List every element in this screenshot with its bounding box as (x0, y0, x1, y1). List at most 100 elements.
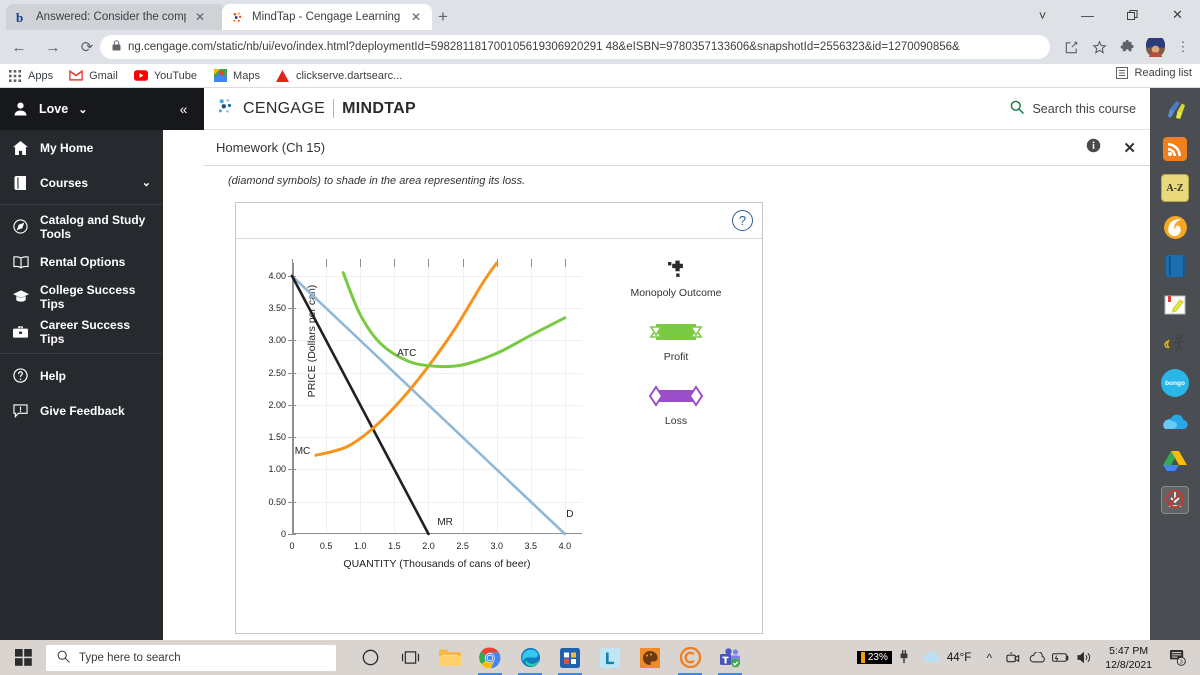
chart-x-tick-label: 0 (289, 541, 295, 551)
battery-tray-icon[interactable] (1049, 640, 1073, 675)
course-search-button[interactable]: Search this course (1010, 100, 1136, 117)
browser-tab-1[interactable]: b Answered: Consider the competi ✕ (6, 4, 226, 30)
chrome-menu-icon[interactable]: ⋮ (1170, 34, 1196, 60)
reading-list-button[interactable]: Reading list (1115, 66, 1192, 80)
info-icon[interactable] (1086, 138, 1101, 158)
bookmark-gmail[interactable]: Gmail (61, 64, 126, 88)
bookmark-apps[interactable]: Apps (0, 64, 61, 88)
reading-list-label: Reading list (1134, 67, 1192, 79)
chevron-down-icon[interactable]: ˅ (1020, 0, 1065, 30)
sidebar-item-courses[interactable]: Courses ⌄ (0, 165, 163, 200)
bookmark-clickserve[interactable]: clickserve.dartsearc... (268, 64, 410, 88)
cengage-icon[interactable] (670, 640, 710, 675)
sidebar-user-menu[interactable]: Love ⌄ (0, 88, 163, 130)
edge-icon[interactable] (510, 640, 550, 675)
weather-widget[interactable]: 44°F (916, 650, 977, 666)
mindtap-logo[interactable]: CENGAGE MINDTAP (216, 97, 416, 121)
back-button[interactable]: ← (4, 32, 34, 62)
taskbar-apps (350, 640, 750, 675)
avatar[interactable] (1142, 34, 1168, 60)
sidebar-item-give-feedback[interactable]: Give Feedback (0, 393, 163, 428)
sidebar-item-college-success-tips[interactable]: College Success Tips (0, 279, 163, 314)
chart-plot-area[interactable]: 0 0.50 1.00 1.50 2.00 2.50 3.00 3.50 4.00 0 0.5 1.… (268, 259, 582, 551)
teams-icon[interactable] (710, 640, 750, 675)
tab-title: Answered: Consider the competi (36, 11, 186, 23)
battery-percent-badge[interactable]: 23% (856, 651, 892, 664)
chart-x-tick-label: 2.5 (456, 541, 469, 551)
open-book-icon (12, 253, 29, 270)
chart-x-tick-label: 1.5 (388, 541, 401, 551)
taskbar-search-box[interactable]: Type here to search (46, 644, 336, 671)
question-card: ? PRICE (Dollars per can) QUANTITY (Thou… (235, 202, 763, 634)
bookmark-star-icon[interactable] (1086, 34, 1112, 60)
sidebar-item-my-home[interactable]: My Home (0, 130, 163, 165)
sidebar-item-rental-options[interactable]: Rental Options (0, 244, 163, 279)
paint-icon[interactable] (630, 640, 670, 675)
minimize-icon[interactable]: — (1065, 0, 1110, 30)
camera-privacy-icon[interactable] (1001, 640, 1025, 675)
monopoly-outcome-marker-icon[interactable] (606, 255, 746, 281)
battery-percent-label: 23% (867, 652, 888, 663)
read-aloud-icon[interactable] (1161, 330, 1189, 358)
restore-icon[interactable] (1110, 0, 1155, 30)
reload-button[interactable]: ⟳ (72, 32, 102, 62)
browser-toolbar: ← → ⟳ ng.cengage.com/static/nb/ui/evo/in… (0, 30, 1200, 64)
microsoft-store-icon[interactable] (550, 640, 590, 675)
bookmark-maps[interactable]: Maps (205, 64, 268, 88)
onedrive-cloud-icon[interactable] (1161, 408, 1189, 436)
volume-icon[interactable] (1073, 640, 1097, 675)
taskbar-clock[interactable]: 5:47 PM 12/8/2021 (1097, 644, 1160, 672)
task-view-icon[interactable] (390, 640, 430, 675)
rss-feed-icon[interactable] (1161, 135, 1189, 163)
tray-overflow-chevron-icon[interactable]: ^ (977, 640, 1001, 675)
sidebar-item-label: My Home (40, 140, 94, 155)
sidebar-item-career-success-tips[interactable]: Career Success Tips (0, 314, 163, 349)
address-bar[interactable]: ng.cengage.com/static/nb/ui/evo/index.ht… (100, 35, 1050, 59)
highlighter-pen-icon[interactable] (1161, 96, 1189, 124)
sidebar-user-label: Love (39, 102, 69, 116)
file-explorer-icon[interactable] (430, 640, 470, 675)
browser-tab-2[interactable]: MindTap - Cengage Learning ✕ (222, 4, 432, 30)
chart-x-tick-label: 1.0 (353, 541, 367, 551)
bookmark-label: clickserve.dartsearc... (295, 69, 403, 82)
course-search-label: Search this course (1032, 101, 1136, 116)
chart-legend: Monopoly Outcome Profit Loss (606, 255, 746, 447)
onedrive-tray-icon[interactable] (1025, 640, 1049, 675)
bookmark-youtube[interactable]: YouTube (126, 64, 205, 88)
a-z-dictionary-icon[interactable]: A-Z (1161, 174, 1189, 202)
new-tab-button[interactable]: + (432, 6, 454, 28)
search-icon (1010, 100, 1025, 117)
close-icon[interactable]: ✕ (192, 9, 208, 25)
chart-y-tick-label: 0 (280, 529, 286, 539)
bookmark-label: YouTube (153, 69, 198, 82)
profit-shape-icon[interactable] (606, 319, 746, 345)
sidebar-item-label: Courses (40, 175, 89, 190)
share-icon[interactable] (1058, 34, 1084, 60)
svg-text:3: 3 (1179, 659, 1182, 665)
start-button[interactable] (0, 640, 46, 675)
question-help-icon[interactable]: ? (732, 210, 753, 231)
chrome-icon[interactable] (470, 640, 510, 675)
left-sidebar: Love ⌄ My Home Courses ⌄ Catalog and Stu… (0, 88, 163, 640)
extensions-puzzle-icon[interactable] (1114, 34, 1140, 60)
forward-button[interactable]: → (38, 32, 68, 62)
sidebar-item-catalog-and-study-tools[interactable]: Catalog and Study Tools (0, 209, 163, 244)
google-drive-icon[interactable] (1161, 447, 1189, 475)
download-blocked-icon[interactable] (1161, 486, 1189, 514)
monopoly-graph[interactable]: PRICE (Dollars per can) QUANTITY (Thousa… (236, 239, 762, 633)
bongo-icon[interactable]: bongo (1161, 369, 1189, 397)
blue-book-icon[interactable] (1161, 252, 1189, 280)
notification-center-button[interactable]: 3 (1160, 640, 1194, 675)
sidebar-item-help[interactable]: Help (0, 358, 163, 393)
close-icon[interactable]: ✕ (1123, 139, 1136, 157)
cortana-icon[interactable] (350, 640, 390, 675)
chart-y-tick-label: 1.50 (268, 432, 286, 443)
lastpass-icon[interactable] (590, 640, 630, 675)
close-icon[interactable]: ✕ (408, 9, 424, 25)
six-spiral-icon[interactable] (1161, 213, 1189, 241)
sidebar-collapse-button[interactable]: « (163, 88, 204, 130)
close-icon[interactable]: ✕ (1155, 0, 1200, 30)
brand-divider (333, 99, 335, 118)
loss-shape-icon[interactable] (606, 383, 746, 409)
notes-highlight-icon[interactable] (1161, 291, 1189, 319)
